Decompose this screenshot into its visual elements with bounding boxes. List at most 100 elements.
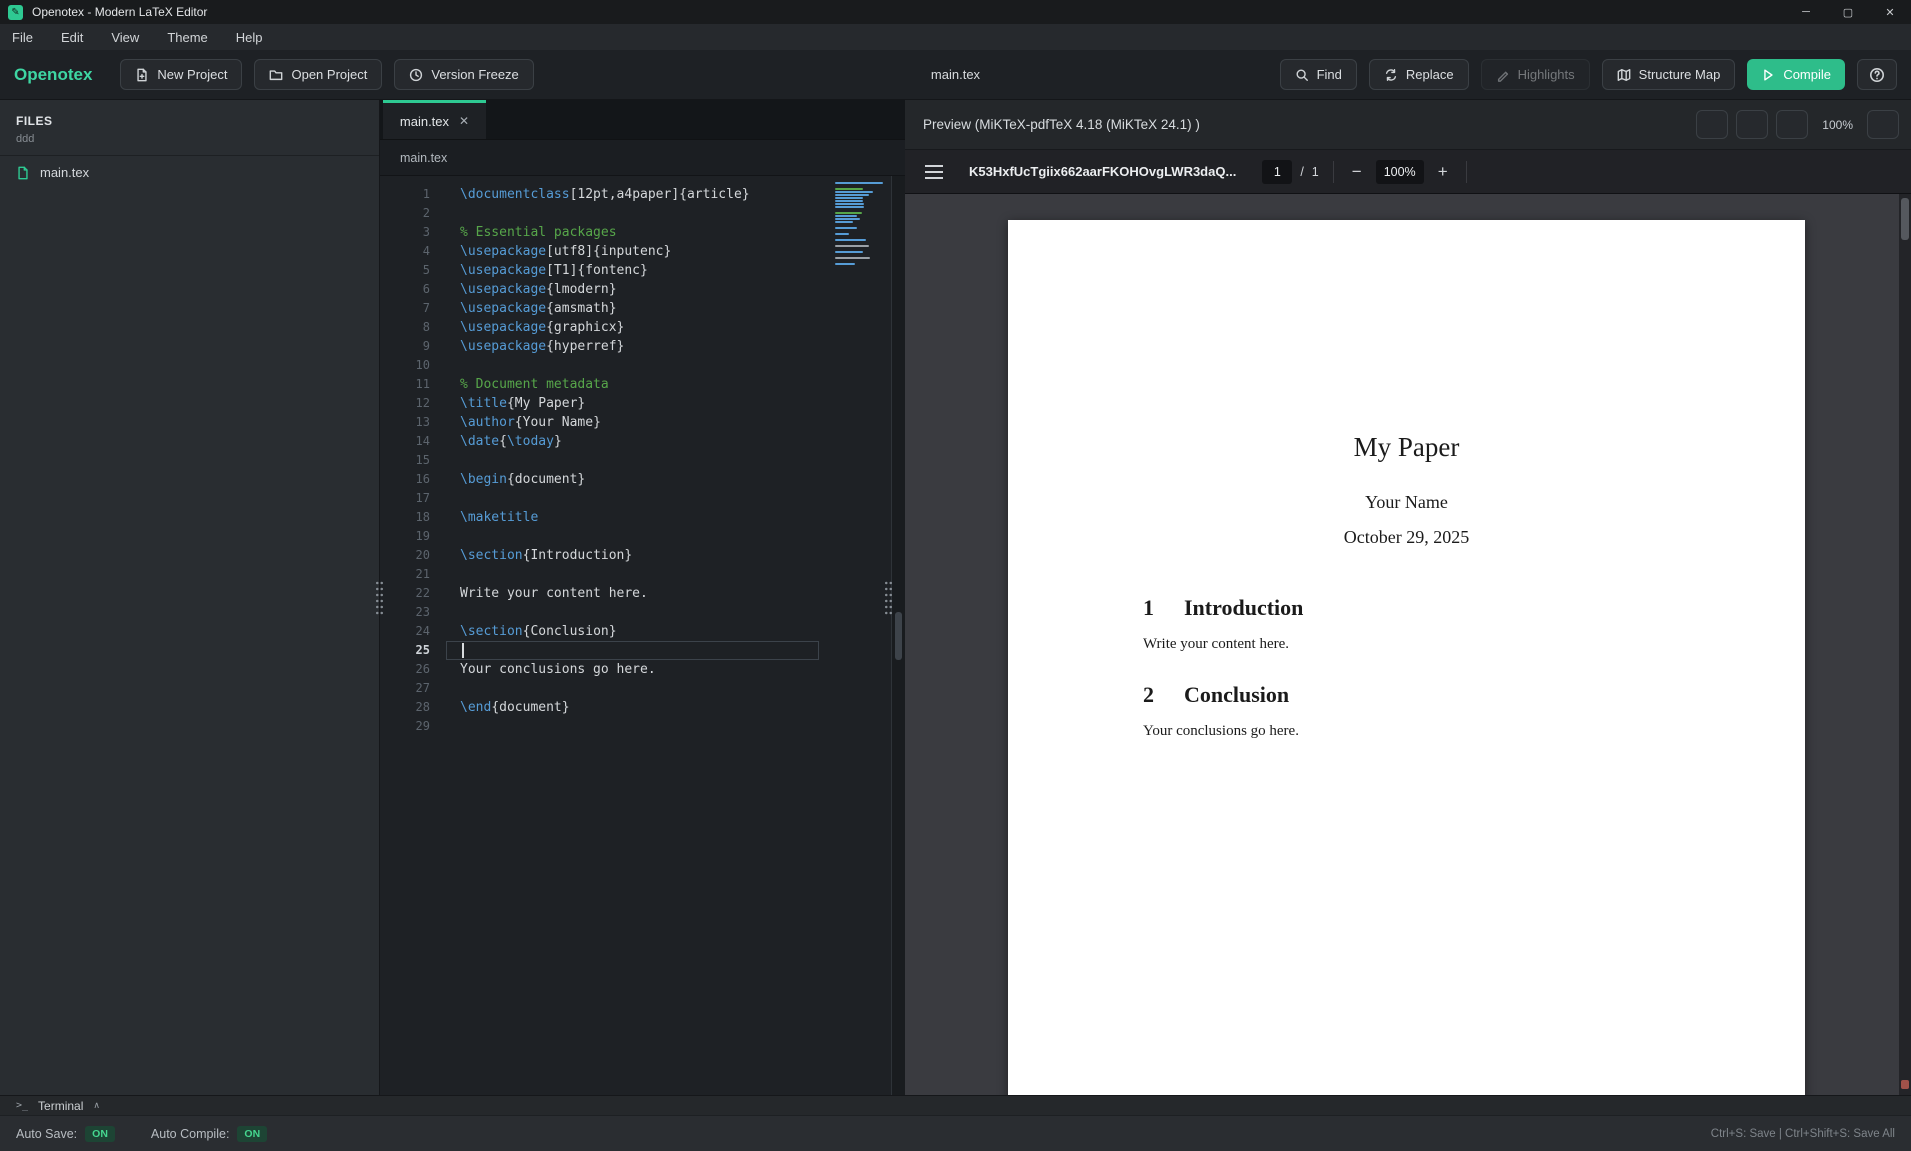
archive-icon xyxy=(345,116,361,132)
compile-button[interactable]: Compile xyxy=(1747,59,1845,90)
minimap[interactable] xyxy=(835,182,883,269)
minimap-line xyxy=(835,242,883,244)
line-number: 15 xyxy=(415,453,430,467)
code-lines: 1 \documentclass[12pt,a4paper]{article} 2 3… xyxy=(380,185,891,736)
fit-page-button[interactable] xyxy=(1481,161,1497,182)
code-text: \title{My Paper} xyxy=(460,396,586,411)
file-plus-icon xyxy=(137,68,148,81)
preview-zoom-out-button[interactable] xyxy=(1776,110,1809,139)
minimize-button[interactable]: ─ xyxy=(1785,0,1827,24)
code-text: \begin{document} xyxy=(460,472,586,487)
preview-header: Preview (MiKTeX-pdfTeX 4.18 (MiKTeX 24.1… xyxy=(905,100,1911,150)
minimap-line xyxy=(835,191,873,193)
main-toolbar: Openotex New Project Open Project Versio… xyxy=(0,50,1911,100)
editor-scrollbar[interactable] xyxy=(891,176,905,1095)
section-number: 2 xyxy=(1143,682,1154,707)
document-author: Your Name xyxy=(1365,492,1448,512)
pdf-more-menu-button[interactable] xyxy=(1875,161,1891,182)
help-button[interactable] xyxy=(1857,59,1897,90)
section-heading: Conclusion xyxy=(1184,682,1290,707)
code-line: 5 \usepackage[T1]{fontenc} xyxy=(380,261,891,280)
printer-icon xyxy=(1833,161,1849,177)
shortcut-hints: Ctrl+S: Save | Ctrl+Shift+S: Save All xyxy=(1710,1127,1895,1140)
minimap-line xyxy=(835,182,883,184)
page-separator: / xyxy=(1300,164,1304,179)
preview-download-button[interactable] xyxy=(1867,110,1899,139)
code-editor[interactable]: 1 \documentclass[12pt,a4paper]{article} 2 3… xyxy=(380,176,905,1095)
pdf-page: My Paper Your Name October 29, 2025 1 In… xyxy=(1008,220,1805,1095)
menu-theme[interactable]: Theme xyxy=(167,30,207,45)
section-body: Write your content here. xyxy=(1143,636,1290,652)
line-number: 16 xyxy=(415,472,430,486)
replace-button[interactable]: Replace xyxy=(1368,59,1469,90)
code-line: 29 xyxy=(380,717,891,736)
minimap-line xyxy=(835,188,863,190)
preview-zoom-level: 100% xyxy=(1822,117,1853,132)
preview-zoom-in-button[interactable] xyxy=(1736,110,1769,139)
archive-button[interactable] xyxy=(345,116,361,137)
page-count: 1 xyxy=(1311,164,1319,179)
line-number: 27 xyxy=(415,681,430,695)
terminal-toggle-bar[interactable]: >_ Terminal ∧ xyxy=(0,1095,1911,1115)
pdf-zoom-out-button[interactable]: − xyxy=(1348,162,1366,182)
line-number: 24 xyxy=(415,624,430,638)
line-number: 23 xyxy=(415,605,430,619)
menu-help[interactable]: Help xyxy=(236,30,263,45)
document-title: My Paper xyxy=(1353,432,1460,462)
tab-close-icon[interactable]: ✕ xyxy=(459,114,469,128)
files-header: FILES xyxy=(16,114,53,128)
minimap-line xyxy=(835,245,869,247)
terminal-prompt-icon: >_ xyxy=(16,1100,29,1111)
menu-view[interactable]: View xyxy=(111,30,139,45)
project-name: ddd xyxy=(16,133,35,145)
minimap-line xyxy=(835,257,870,259)
rotate-button[interactable] xyxy=(1515,161,1531,182)
pdf-download-button[interactable] xyxy=(1791,161,1807,182)
code-text: \author{Your Name} xyxy=(460,415,601,430)
maximize-button[interactable]: ▢ xyxy=(1827,0,1869,24)
new-project-button[interactable]: New Project xyxy=(120,59,243,90)
code-line: 27 xyxy=(380,679,891,698)
open-project-button[interactable]: Open Project xyxy=(254,59,383,90)
pdf-zoom-level[interactable]: 100% xyxy=(1375,159,1424,184)
line-number: 5 xyxy=(422,263,430,277)
version-freeze-button[interactable]: Version Freeze xyxy=(394,59,534,90)
text-cursor xyxy=(462,643,464,658)
close-button[interactable]: ✕ xyxy=(1869,0,1911,24)
sidebar-resize-handle[interactable] xyxy=(375,580,384,616)
page-number-input[interactable]: 1 xyxy=(1262,159,1293,184)
code-text: \maketitle xyxy=(460,510,539,525)
swap-arrows-icon xyxy=(1385,68,1396,81)
pdf-print-button[interactable] xyxy=(1833,161,1849,182)
pdf-zoom-in-button[interactable]: + xyxy=(1434,162,1452,182)
file-item-main-tex[interactable]: main.tex xyxy=(0,156,379,189)
tab-main-tex[interactable]: main.tex ✕ xyxy=(383,100,486,139)
structure-map-button[interactable]: Structure Map xyxy=(1601,59,1736,90)
editor-scrollbar-thumb[interactable] xyxy=(895,612,902,660)
minimap-line xyxy=(835,239,866,241)
minimap-line xyxy=(835,209,883,211)
pdf-viewport[interactable]: My Paper Your Name October 29, 2025 1 In… xyxy=(905,194,1911,1095)
pdf-scrollbar-thumb[interactable] xyxy=(1901,198,1909,240)
document-section: 1 Introduction Write your content here. xyxy=(1008,595,1805,653)
line-number: 19 xyxy=(415,529,430,543)
zoom-in-icon xyxy=(1745,118,1759,132)
download-icon xyxy=(1876,118,1890,132)
auto-save-badge: ON xyxy=(85,1125,115,1142)
line-number: 29 xyxy=(415,719,430,733)
compile-label: Compile xyxy=(1783,67,1831,82)
find-button[interactable]: Find xyxy=(1279,59,1357,90)
menu-file[interactable]: File xyxy=(12,30,33,45)
highlights-button[interactable]: Highlights xyxy=(1480,59,1590,90)
search-icon xyxy=(1296,68,1308,81)
pdf-scrollbar[interactable] xyxy=(1899,194,1911,1095)
preview-resize-handle[interactable] xyxy=(884,580,893,616)
pdf-sidebar-toggle[interactable] xyxy=(925,164,943,179)
preview-refresh-button[interactable] xyxy=(1696,110,1729,139)
menu-edit[interactable]: Edit xyxy=(61,30,83,45)
